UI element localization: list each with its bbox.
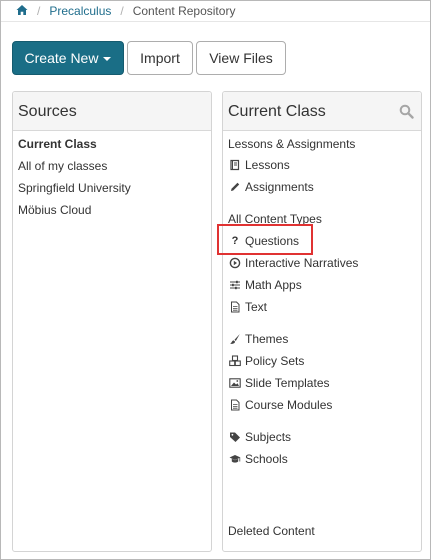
cubes-icon xyxy=(229,355,241,367)
class-item-subjects[interactable]: Subjects xyxy=(229,430,291,444)
view-files-button[interactable]: View Files xyxy=(196,41,286,75)
class-item-label: Assignments xyxy=(245,180,314,194)
breadcrumb-item-precalculus[interactable]: Precalculus xyxy=(49,4,111,18)
class-item-course-modules[interactable]: Course Modules xyxy=(229,398,332,412)
class-item-label: Interactive Narratives xyxy=(245,256,359,270)
deleted-content-link[interactable]: Deleted Content xyxy=(228,524,315,538)
class-item-label: Math Apps xyxy=(245,278,302,292)
breadcrumb-separator: / xyxy=(120,4,124,18)
class-item-label: Text xyxy=(245,300,268,314)
class-item-interactive-narratives[interactable]: Interactive Narratives xyxy=(229,256,358,270)
class-item-label: Course Modules xyxy=(245,398,333,412)
sources-panel: Sources Current Class All of my classes … xyxy=(12,91,212,552)
class-item-label: Lessons xyxy=(245,158,290,172)
class-item-label: Subjects xyxy=(245,430,292,444)
sliders-icon xyxy=(229,279,241,291)
class-item-schools[interactable]: Schools xyxy=(229,452,288,466)
group-lessons-assignments: Lessons & Assignments xyxy=(228,137,356,151)
breadcrumb-separator: / xyxy=(37,4,41,18)
current-class-panel: Current Class Lessons & Assignments Less… xyxy=(222,91,422,552)
class-item-label: Schools xyxy=(245,452,288,466)
source-item-mobius-cloud[interactable]: Möbius Cloud xyxy=(18,203,91,217)
class-item-slide-templates[interactable]: Slide Templates xyxy=(229,376,330,390)
view-files-label: View Files xyxy=(209,50,273,66)
graduation-cap-icon xyxy=(229,453,241,465)
source-item-current-class[interactable]: Current Class xyxy=(18,137,97,151)
class-item-policy-sets[interactable]: Policy Sets xyxy=(229,354,304,368)
tag-icon xyxy=(229,431,241,443)
sources-title: Sources xyxy=(18,103,77,120)
class-item-label: Themes xyxy=(245,332,289,346)
questions-highlight-box xyxy=(217,224,313,255)
caret-down-icon xyxy=(103,56,112,61)
import-label: Import xyxy=(140,50,180,66)
sources-panel-header: Sources xyxy=(13,92,211,131)
source-item-springfield-university[interactable]: Springfield University xyxy=(18,181,131,195)
play-circle-icon xyxy=(229,257,241,269)
source-item-all-classes[interactable]: All of my classes xyxy=(18,159,107,173)
breadcrumb: / Precalculus / Content Repository xyxy=(16,2,235,20)
home-icon[interactable] xyxy=(16,4,28,16)
pencil-icon xyxy=(229,181,241,193)
document-icon xyxy=(229,301,241,313)
class-item-text[interactable]: Text xyxy=(229,300,267,314)
create-new-label: Create New xyxy=(24,50,99,66)
import-button[interactable]: Import xyxy=(127,41,193,75)
content-repository-window: / Precalculus / Content Repository Creat… xyxy=(0,0,431,560)
class-item-lessons[interactable]: Lessons xyxy=(229,158,290,172)
document-icon xyxy=(229,399,241,411)
class-item-themes[interactable]: Themes xyxy=(229,332,288,346)
search-icon[interactable] xyxy=(399,104,414,119)
create-new-button[interactable]: Create New xyxy=(12,41,124,75)
header-divider xyxy=(1,21,430,22)
class-item-assignments[interactable]: Assignments xyxy=(229,180,314,194)
current-class-panel-header: Current Class xyxy=(223,92,421,131)
class-item-label: Policy Sets xyxy=(245,354,305,368)
current-class-title: Current Class xyxy=(228,103,326,120)
class-item-label: Slide Templates xyxy=(245,376,330,390)
brush-icon xyxy=(229,333,241,345)
class-item-math-apps[interactable]: Math Apps xyxy=(229,278,302,292)
book-icon xyxy=(229,159,241,171)
breadcrumb-item-content-repository: Content Repository xyxy=(132,4,236,18)
image-icon xyxy=(229,377,241,389)
